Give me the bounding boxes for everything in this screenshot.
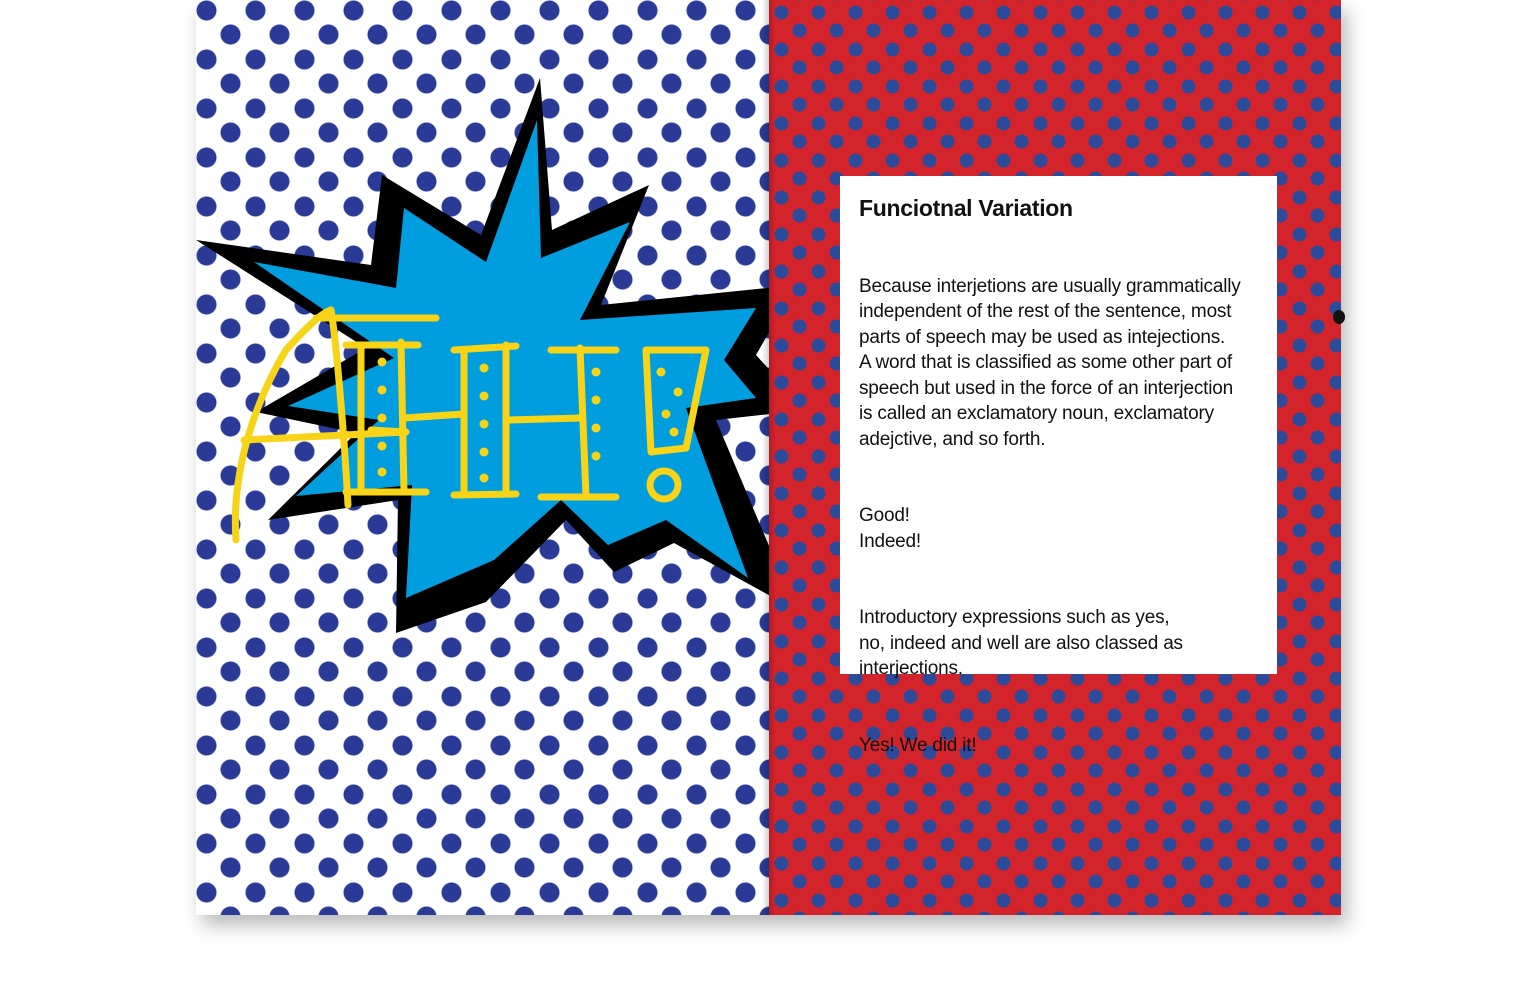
paragraph-examples: Good! Indeed! — [859, 505, 921, 552]
panel-body: Because interjetions are usually grammat… — [859, 248, 1259, 809]
paragraph-closing: Yes! We did it! — [859, 734, 977, 756]
right-page-halftone: Funciotnal Variation Because interjetion… — [769, 0, 1341, 915]
book-spread: Funciotnal Variation Because interjetion… — [196, 0, 1341, 915]
paragraph-introductory: Introductory expressions such as yes, no… — [859, 607, 1183, 679]
text-panel: Funciotnal Variation Because interjetion… — [840, 176, 1277, 756]
paragraph-interjections: Because interjetions are usually grammat… — [859, 275, 1241, 450]
left-page-halftone — [196, 0, 769, 915]
panel-title: Funciotnal Variation — [859, 195, 1073, 221]
comic-burst-illustration — [196, 78, 769, 633]
page-edge-marker — [1333, 310, 1345, 324]
